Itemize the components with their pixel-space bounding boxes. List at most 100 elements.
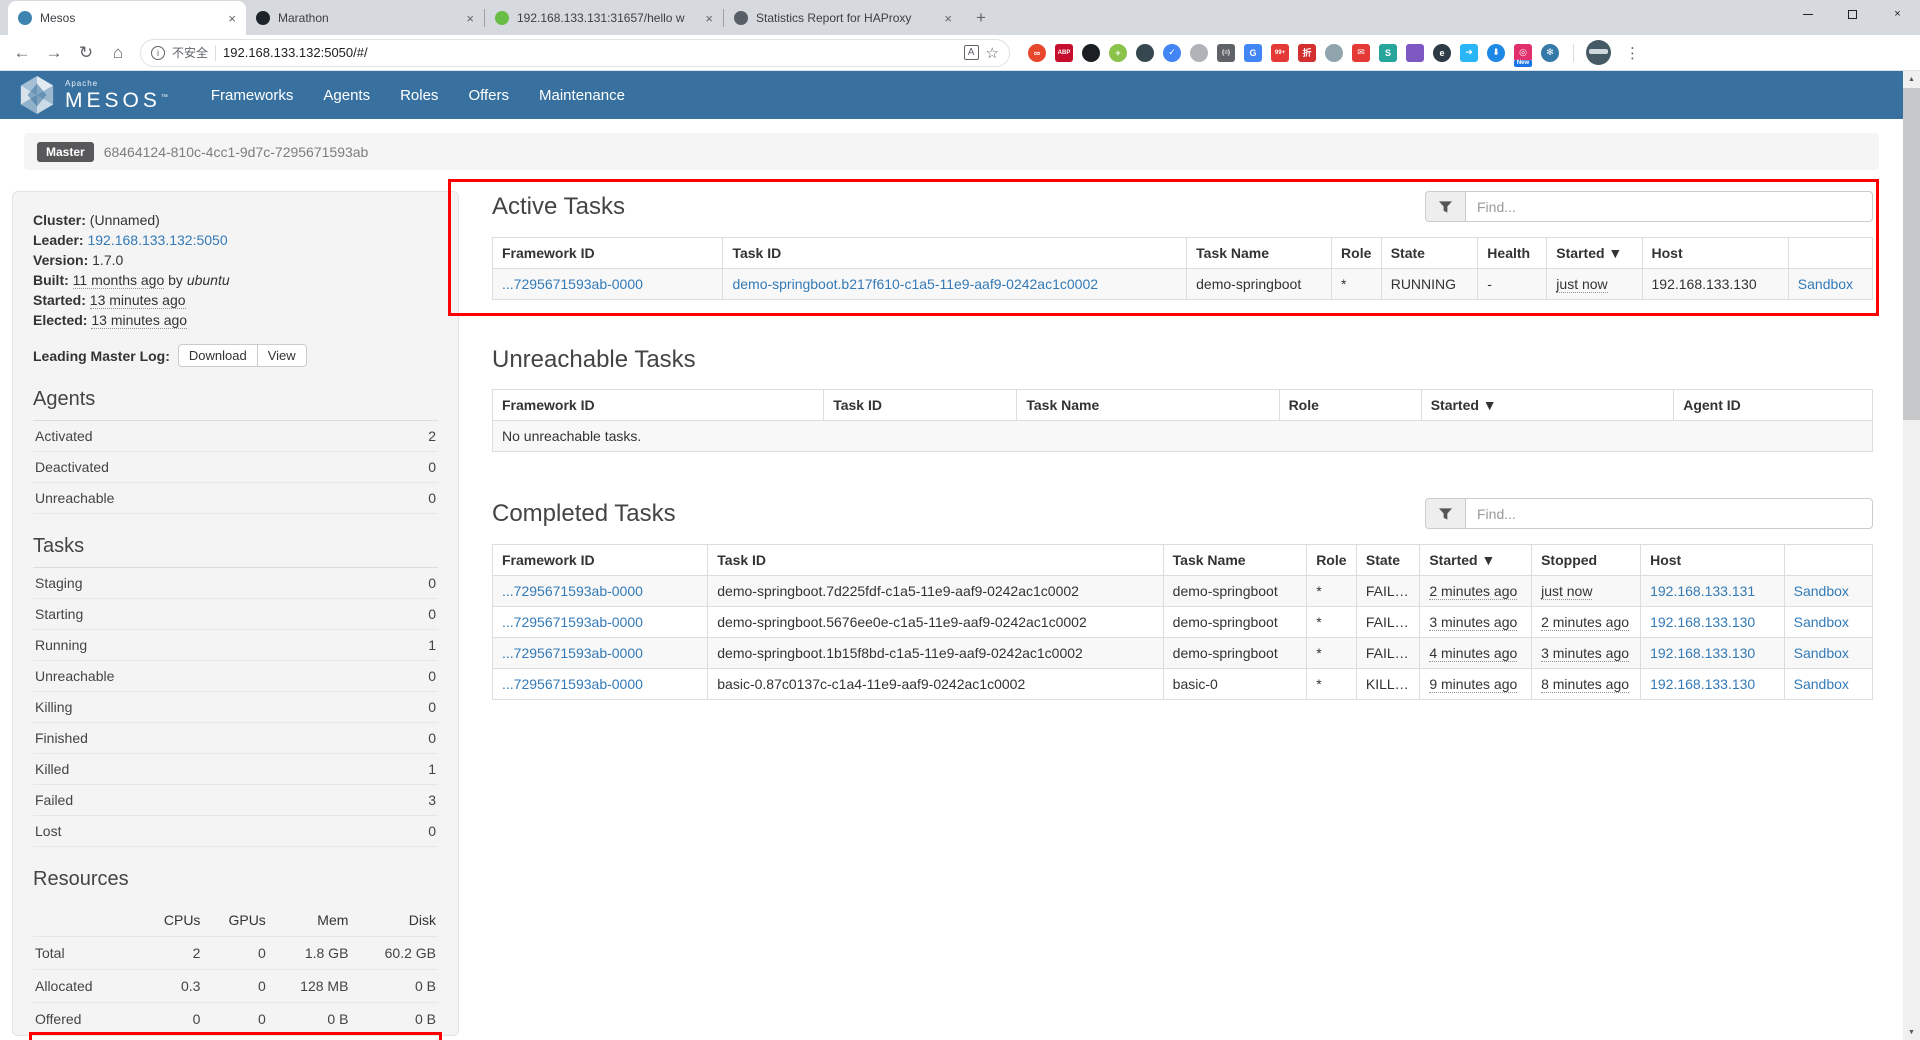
column-header[interactable]: Health [1478,238,1547,269]
browser-tab[interactable]: Mesos× [8,1,246,35]
tab-close-icon[interactable]: × [705,11,713,26]
nav-item-offers[interactable]: Offers [453,73,524,118]
framework-link[interactable]: ...7295671593ab-0000 [502,583,643,599]
sandbox-link[interactable]: Sandbox [1794,645,1849,661]
sandbox-link[interactable]: Sandbox [1794,614,1849,630]
column-header[interactable]: Framework ID [493,545,708,576]
column-header[interactable] [1788,238,1872,269]
sandbox-link[interactable]: Sandbox [1794,583,1849,599]
host-link[interactable]: 192.168.133.130 [1650,645,1755,661]
column-header[interactable]: Started ▼ [1420,545,1532,576]
column-header[interactable]: Host [1641,545,1785,576]
host-link[interactable]: 192.168.133.131 [1650,583,1755,599]
column-header[interactable]: Role [1279,390,1421,421]
host-link[interactable]: 192.168.133.130 [1650,614,1755,630]
google-translate-extension-icon[interactable]: G [1244,44,1262,62]
github-cat-extension-icon[interactable] [1082,44,1100,62]
gray-orange-extension-icon[interactable] [1190,44,1208,62]
nav-item-frameworks[interactable]: Frameworks [196,73,309,118]
badge-99-extension-icon[interactable]: 99+ [1271,44,1289,62]
dark-e-extension-icon[interactable]: e [1433,44,1451,62]
column-header[interactable]: Task Name [1017,390,1279,421]
framework-link[interactable]: ...7295671593ab-0000 [502,645,643,661]
browser-tab[interactable]: Marathon× [246,1,484,35]
host-link[interactable]: 192.168.133.130 [1650,676,1755,692]
reload-icon[interactable]: ↻ [72,39,100,67]
cluster-info-line: Started: 13 minutes ago [33,290,438,310]
nav-item-roles[interactable]: Roles [385,73,453,118]
column-header[interactable]: Role [1332,238,1382,269]
column-header[interactable]: Started ▼ [1547,238,1642,269]
framework-link[interactable]: ...7295671593ab-0000 [502,614,643,630]
home-icon[interactable]: ⌂ [104,39,132,67]
zhe-coupon-extension-icon[interactable]: 折 [1298,44,1316,62]
column-header[interactable]: Task ID [708,545,1163,576]
browser-menu-icon[interactable]: ⋮ [1625,44,1640,62]
download-arrow-extension-icon[interactable]: ⬇ [1487,44,1505,62]
bookmark-star-icon[interactable]: ☆ [986,44,999,62]
column-header[interactable]: Task ID [723,238,1187,269]
blue-share-extension-icon[interactable]: ➜ [1460,44,1478,62]
browser-tab[interactable]: Statistics Report for HAProxy× [724,1,962,35]
downloadhelper-extension-icon[interactable]: ∞ [1028,44,1046,62]
tab-close-icon[interactable]: × [466,11,474,26]
insta-new-extension-icon[interactable]: ◎New [1514,44,1532,62]
column-header[interactable]: Task ID [824,390,1017,421]
forward-icon[interactable]: → [40,39,68,67]
url-text[interactable]: 192.168.133.132:5050/#/ [223,45,957,60]
gray-blue-extension-icon[interactable] [1325,44,1343,62]
column-header[interactable]: Started ▼ [1421,390,1674,421]
sandbox-link[interactable]: Sandbox [1798,276,1853,292]
check-blue-extension-icon[interactable]: ✓ [1163,44,1181,62]
column-header[interactable]: Agent ID [1674,390,1873,421]
leader-link[interactable]: 192.168.133.132:5050 [87,232,227,248]
column-header[interactable]: Stopped [1532,545,1641,576]
framework-link[interactable]: ...7295671593ab-0000 [502,276,643,292]
task-link[interactable]: demo-springboot.b217f610-c1a5-11e9-aaf9-… [732,276,1098,292]
completed-find-input[interactable] [1465,498,1873,529]
octotree-extension-icon[interactable] [1136,44,1154,62]
active-find-input[interactable] [1465,191,1873,222]
browser-tab[interactable]: 192.168.133.131:31657/hello w× [485,1,723,35]
tab-close-icon[interactable]: × [228,11,236,26]
knot-extension-icon[interactable]: ✻ [1541,44,1559,62]
back-icon[interactable]: ← [8,39,36,67]
framework-link[interactable]: ...7295671593ab-0000 [502,676,643,692]
mesos-brand[interactable]: ApacheMESOS™ [18,74,168,116]
download-log-button[interactable]: Download [178,344,258,367]
close-window-button[interactable]: × [1875,0,1920,28]
red-mail-extension-icon[interactable]: ✉ [1352,44,1370,62]
column-header[interactable]: Framework ID [493,238,723,269]
translate-icon[interactable]: A [964,45,979,60]
vertical-scrollbar[interactable]: ▲ ▼ [1903,71,1920,1040]
column-header[interactable]: Framework ID [493,390,824,421]
sandbox-link[interactable]: Sandbox [1794,676,1849,692]
info-icon[interactable]: i [151,46,165,60]
new-tab-button[interactable]: + [968,5,994,31]
scrollbar-thumb[interactable] [1903,88,1920,420]
scroll-up-arrow-icon[interactable]: ▲ [1903,71,1920,87]
address-bar[interactable]: i 不安全 192.168.133.132:5050/#/ A ☆ [140,39,1010,67]
adblock-plus-extension-icon[interactable]: ABP [1055,44,1073,62]
column-header[interactable]: State [1381,238,1478,269]
nav-item-agents[interactable]: Agents [308,73,385,118]
green-plus-extension-icon[interactable]: + [1109,44,1127,62]
column-header[interactable]: Role [1307,545,1357,576]
profile-avatar[interactable] [1586,40,1611,65]
shimo-s-extension-icon[interactable]: S [1379,44,1397,62]
column-header[interactable]: Task Name [1187,238,1332,269]
minimize-button[interactable] [1785,0,1830,28]
maximize-button[interactable] [1830,0,1875,28]
column-header[interactable]: Task Name [1163,545,1307,576]
table-cell: basic-0.87c0137c-c1a4-11e9-aaf9-0242ac1c… [708,669,1163,700]
scroll-down-arrow-icon[interactable]: ▼ [1903,1024,1920,1040]
resources-column-header: CPUs [138,904,202,937]
purple-doc-extension-icon[interactable] [1406,44,1424,62]
column-header[interactable]: State [1356,545,1419,576]
tab-close-icon[interactable]: × [944,11,952,26]
column-header[interactable]: Host [1642,238,1788,269]
column-header[interactable] [1784,545,1872,576]
view-log-button[interactable]: View [257,344,307,367]
json-braces-extension-icon[interactable]: {≡} [1217,44,1235,62]
nav-item-maintenance[interactable]: Maintenance [524,73,640,118]
